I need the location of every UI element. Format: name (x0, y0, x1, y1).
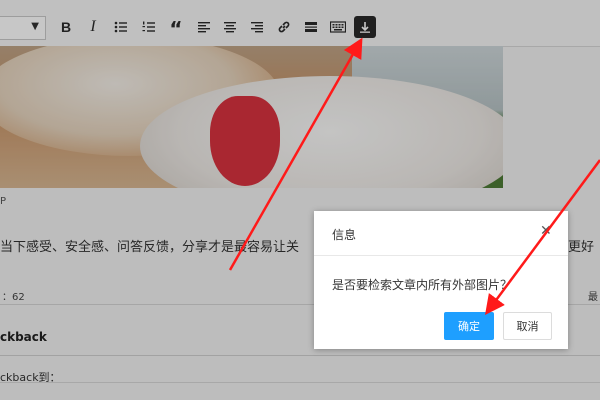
cancel-button[interactable]: 取消 (503, 312, 552, 340)
dialog-header: 信息 ✕ (314, 211, 568, 256)
info-dialog: 信息 ✕ 是否要检索文章内所有外部图片？ 确定 取消 (314, 211, 568, 349)
dialog-message: 是否要检索文章内所有外部图片？ (332, 278, 513, 292)
dialog-title: 信息 (332, 228, 357, 242)
close-icon[interactable]: ✕ (540, 223, 552, 239)
confirm-button[interactable]: 确定 (444, 312, 494, 340)
